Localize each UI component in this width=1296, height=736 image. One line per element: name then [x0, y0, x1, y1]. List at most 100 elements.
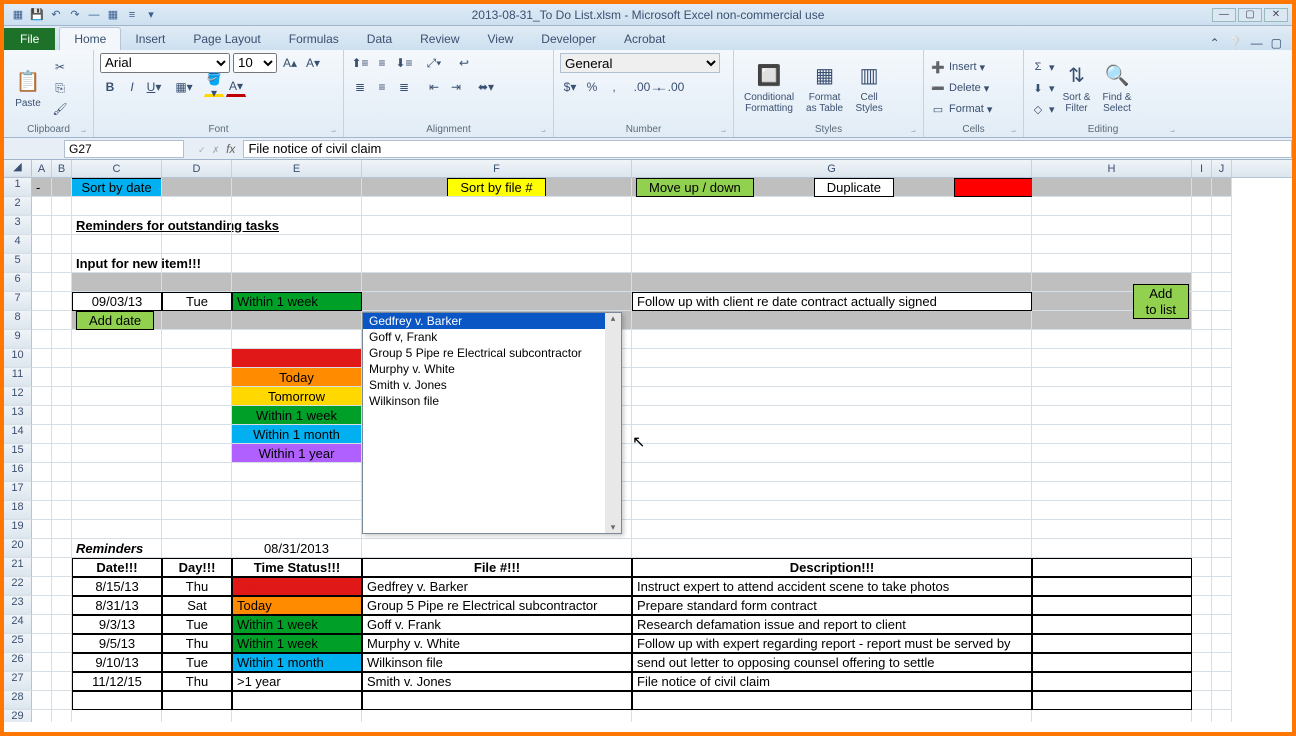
cell[interactable] — [32, 615, 52, 634]
cell[interactable] — [1212, 425, 1232, 444]
cell[interactable] — [362, 254, 632, 273]
add-to-list-button[interactable]: Addto list — [1133, 284, 1189, 319]
align-bottom-icon[interactable]: ⬇≡ — [394, 53, 414, 73]
cell[interactable] — [632, 330, 1032, 349]
cell[interactable] — [162, 482, 232, 501]
cell[interactable] — [162, 368, 232, 387]
cell[interactable] — [1212, 444, 1232, 463]
row-header[interactable]: 15 — [4, 444, 32, 463]
cell[interactable]: Tue — [162, 292, 232, 311]
row-header[interactable]: 4 — [4, 235, 32, 254]
cell[interactable] — [1032, 406, 1192, 425]
cell[interactable] — [1032, 520, 1192, 539]
cell[interactable] — [1212, 349, 1232, 368]
cell[interactable] — [52, 501, 72, 520]
cell[interactable] — [52, 596, 72, 615]
cell[interactable] — [1032, 577, 1192, 596]
cell[interactable] — [32, 539, 52, 558]
cell[interactable] — [632, 539, 1032, 558]
cell[interactable] — [162, 501, 232, 520]
cell[interactable] — [52, 558, 72, 577]
orientation-icon[interactable]: ⤢▾ — [424, 53, 444, 73]
cell[interactable]: Group 5 Pipe re Electrical subcontractor — [362, 596, 632, 615]
cell[interactable] — [1212, 615, 1232, 634]
window-restore-icon[interactable]: ▢ — [1271, 36, 1282, 50]
cell[interactable] — [52, 653, 72, 672]
cell[interactable] — [162, 216, 232, 235]
format-painter-icon[interactable]: 🖌 — [50, 99, 70, 119]
cell[interactable]: Within 1 week — [232, 406, 362, 425]
cell[interactable] — [162, 178, 232, 197]
cell-styles-button[interactable]: ▥Cell Styles — [851, 60, 887, 116]
cell[interactable]: File #!!! — [362, 558, 632, 577]
row-header[interactable]: 21 — [4, 558, 32, 577]
cell[interactable] — [1212, 254, 1232, 273]
cell[interactable] — [1192, 520, 1212, 539]
cell[interactable] — [72, 463, 162, 482]
row-header[interactable]: 18 — [4, 501, 32, 520]
row-header[interactable]: 12 — [4, 387, 32, 406]
cell[interactable] — [1032, 349, 1192, 368]
cell[interactable] — [1212, 197, 1232, 216]
cell[interactable] — [362, 539, 632, 558]
cell[interactable] — [632, 501, 1032, 520]
font-name-select[interactable]: Arial — [100, 53, 230, 73]
cell[interactable] — [52, 254, 72, 273]
cell[interactable]: Sort by file # — [362, 178, 632, 197]
cell[interactable] — [52, 615, 72, 634]
cell[interactable] — [362, 691, 632, 710]
cell[interactable] — [1032, 501, 1192, 520]
cell[interactable] — [162, 311, 232, 330]
name-box[interactable] — [64, 140, 184, 158]
cell[interactable]: Within 1 month — [232, 425, 362, 444]
add-date-button[interactable]: Add date — [76, 311, 154, 330]
cell[interactable] — [162, 425, 232, 444]
cell[interactable] — [1212, 482, 1232, 501]
select-all-corner[interactable]: ◢ — [4, 160, 32, 177]
tab-developer[interactable]: Developer — [527, 28, 610, 50]
cell[interactable]: Within 1 week — [232, 292, 362, 311]
file-tab[interactable]: File — [4, 28, 55, 50]
cell[interactable]: Time Status!!! — [232, 558, 362, 577]
cell[interactable] — [32, 501, 52, 520]
cell[interactable]: Wilkinson file — [362, 653, 632, 672]
cell[interactable] — [72, 273, 162, 292]
cell[interactable] — [232, 463, 362, 482]
cell[interactable] — [72, 349, 162, 368]
cell[interactable] — [362, 197, 632, 216]
cell[interactable] — [632, 349, 1032, 368]
cell[interactable]: Move up / downDuplicateMove to completed — [632, 178, 1032, 197]
cell[interactable] — [52, 216, 72, 235]
row-header[interactable]: 19 — [4, 520, 32, 539]
cell[interactable] — [1212, 311, 1232, 330]
cell[interactable] — [52, 273, 72, 292]
cell[interactable] — [32, 558, 52, 577]
cell[interactable] — [1212, 634, 1232, 653]
row-header[interactable]: 13 — [4, 406, 32, 425]
row-header[interactable]: 20 — [4, 539, 32, 558]
clear-button[interactable]: ◇▾ — [1030, 99, 1055, 119]
cell[interactable] — [1192, 178, 1212, 197]
cell[interactable] — [1192, 482, 1212, 501]
cell[interactable] — [1212, 463, 1232, 482]
cell[interactable] — [32, 368, 52, 387]
cell[interactable] — [32, 634, 52, 653]
cell[interactable]: Sort by date — [72, 178, 162, 197]
cell[interactable] — [632, 444, 1032, 463]
cell[interactable] — [52, 235, 72, 254]
cell[interactable] — [162, 273, 232, 292]
row-header[interactable]: 16 — [4, 463, 32, 482]
dropdown-option[interactable]: Smith v. Jones — [363, 377, 605, 393]
cell[interactable] — [1032, 425, 1192, 444]
cell[interactable] — [1032, 691, 1192, 710]
row-header[interactable]: 5 — [4, 254, 32, 273]
qat-dropdown-icon[interactable]: ▾ — [143, 7, 159, 23]
row-header[interactable]: 28 — [4, 691, 32, 710]
cell[interactable] — [632, 387, 1032, 406]
cell[interactable] — [1032, 368, 1192, 387]
save-icon[interactable]: 💾 — [29, 7, 45, 23]
row-header[interactable]: 14 — [4, 425, 32, 444]
cell[interactable] — [1192, 425, 1212, 444]
cell[interactable] — [52, 482, 72, 501]
qat-grid-icon[interactable]: ▦ — [105, 7, 121, 23]
